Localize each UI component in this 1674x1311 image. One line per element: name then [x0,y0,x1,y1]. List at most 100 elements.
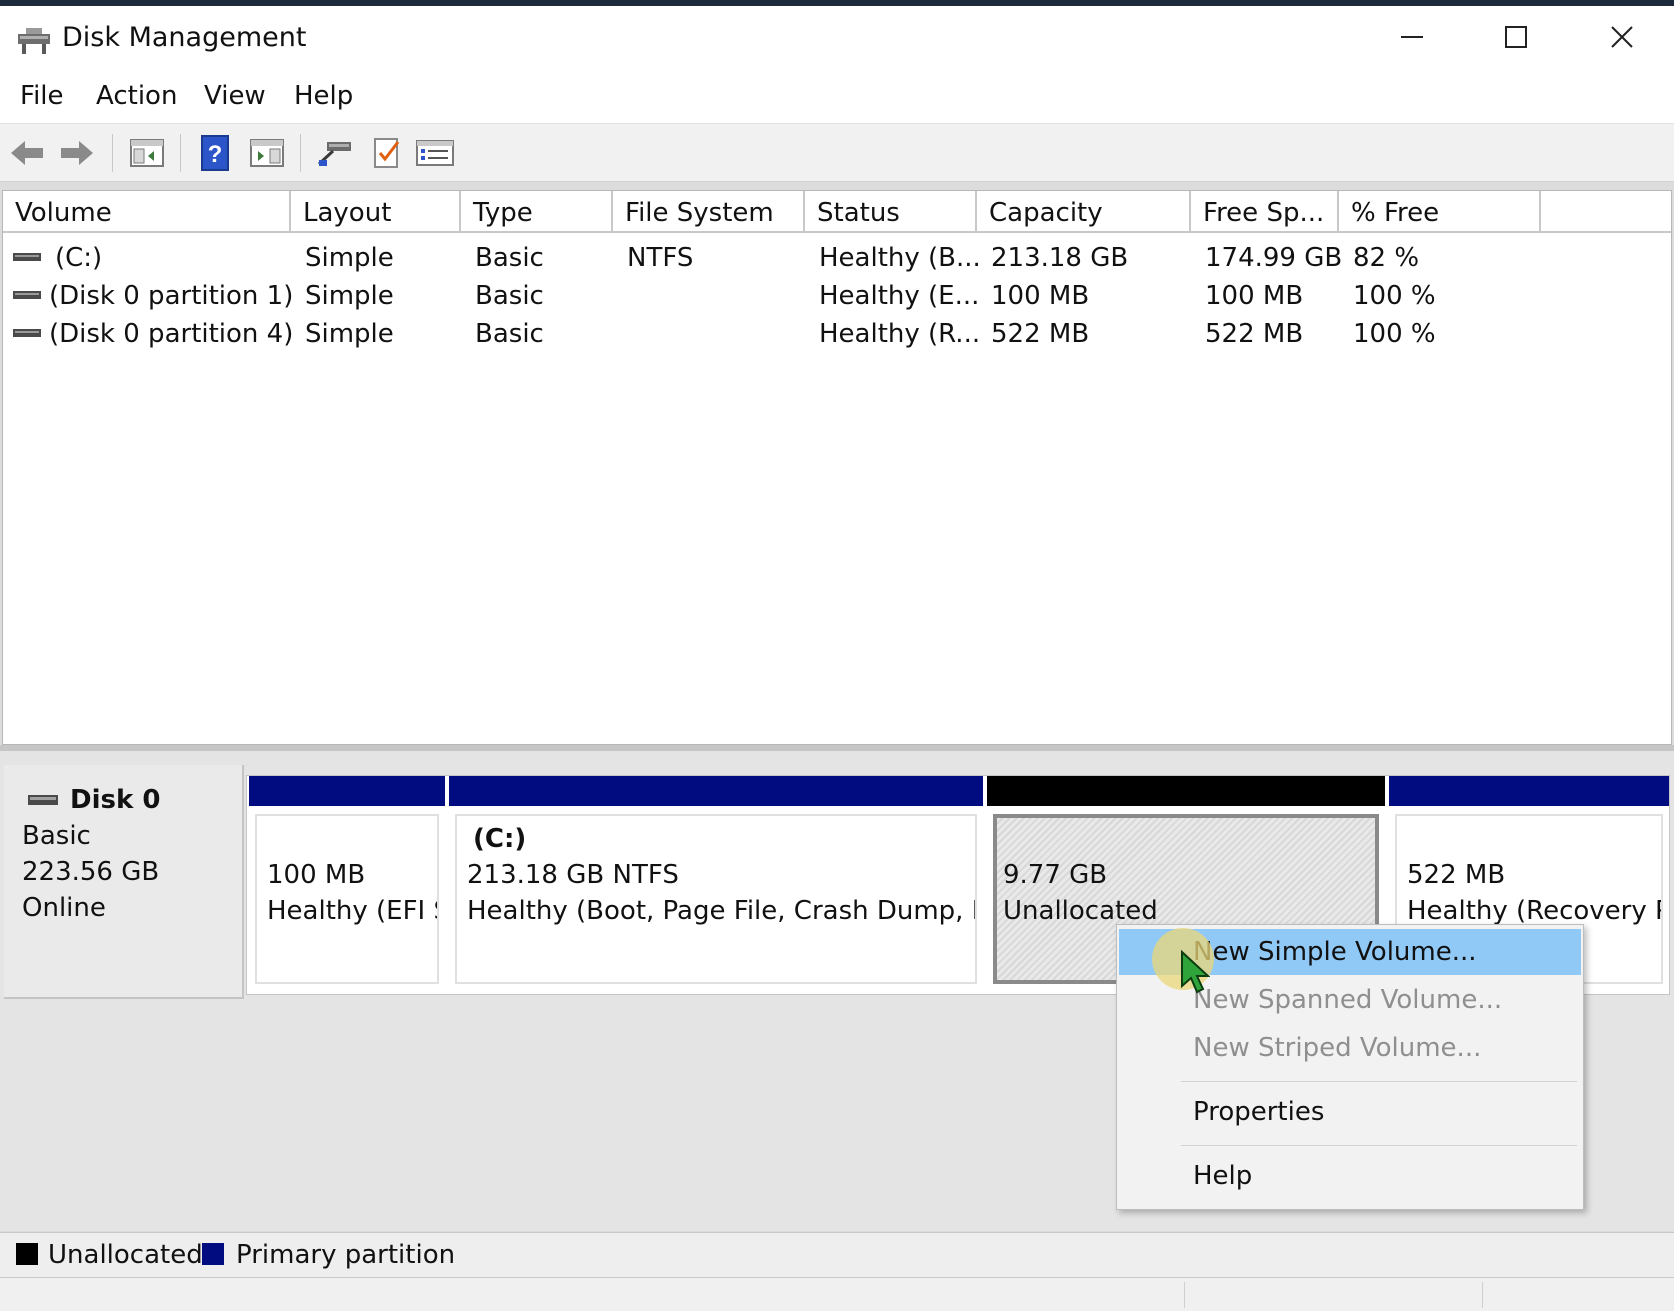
drive-icon [13,291,41,299]
volume-free-space: 522 MB [1205,319,1304,349]
back-button[interactable] [6,132,48,174]
column-header-type[interactable]: Type [461,191,613,233]
menu-item-properties[interactable]: Properties [1119,1089,1581,1135]
volume-row[interactable]: (C:) Simple Basic NTFS Healthy (B... 213… [3,239,1671,277]
menu-action[interactable]: Action [96,80,177,112]
legend-unallocated-swatch [16,1243,38,1265]
disk-type: Basic [22,821,91,851]
window-title: Disk Management [62,22,307,53]
volume-list-header: Volume Layout Type File System Status Ca… [3,191,1671,233]
partition-body: 100 MB Healthy (EFI S [255,814,439,984]
menu-view[interactable]: View [204,80,266,112]
volume-row[interactable]: (Disk 0 partition 4) Simple Basic Health… [3,315,1671,353]
column-header-layout[interactable]: Layout [291,191,461,233]
menu-file[interactable]: File [20,80,64,112]
partition-color-bar [987,776,1385,806]
mouse-pointer-icon [1181,950,1210,994]
toolbar-separator [180,134,181,172]
disk-icon [28,795,58,805]
title-bar: Disk Management [0,6,1674,68]
volume-free-space: 100 MB [1205,281,1304,311]
column-header-capacity[interactable]: Capacity [977,191,1191,233]
toolbar-separator [300,134,301,172]
toolbar-separator [112,134,113,172]
volume-percent-free: 82 % [1353,243,1420,273]
connect-drive-button[interactable] [314,132,356,174]
back-arrow-icon [11,141,43,165]
partition-size: 100 MB [267,860,366,890]
volume-free-space: 174.99 GB [1205,243,1343,273]
minimize-icon [1401,36,1423,38]
forward-arrow-icon [61,141,93,165]
column-header-file-system[interactable]: File System [613,191,805,233]
console-tree-icon [130,139,164,167]
volume-file-system: NTFS [627,243,694,273]
volume-percent-free: 100 % [1353,281,1436,311]
partition-c-drive[interactable]: (C:) 213.18 GB NTFS Healthy (Boot, Page … [449,776,983,994]
disk-name: Disk 0 [70,785,161,815]
column-header-percent-free[interactable]: % Free [1339,191,1541,233]
disk-management-app-icon [18,28,50,54]
properties-button[interactable] [414,132,456,174]
menu-separator [1181,1145,1577,1146]
status-separator [1184,1282,1185,1308]
volume-name: (Disk 0 partition 1) [49,281,294,311]
partition-color-bar [249,776,445,806]
partition-efi[interactable]: 100 MB Healthy (EFI S [249,776,445,994]
drive-icon [13,329,41,337]
partition-status: Healthy (Recovery Pa [1407,896,1663,926]
partition-label: (C:) [473,824,527,854]
disk-info-panel[interactable]: Disk 0 Basic 223.56 GB Online [4,765,244,999]
legend-primary-swatch [202,1243,224,1265]
menu-item-help[interactable]: Help [1119,1153,1581,1199]
partition-size: 213.18 GB NTFS [467,860,679,890]
properties-icon [416,140,454,166]
partition-size: 9.77 GB [1003,860,1108,890]
show-hide-action-pane-button[interactable] [246,132,288,174]
status-bar [0,1278,1674,1311]
show-hide-console-tree-button[interactable] [126,132,168,174]
close-icon [1611,26,1633,48]
column-header-volume[interactable]: Volume [3,191,291,233]
legend-unallocated-label: Unallocated [48,1240,203,1270]
volume-status: Healthy (E... [819,281,980,311]
close-button[interactable] [1570,6,1674,68]
volume-type: Basic [475,281,544,311]
check-list-icon [374,138,400,168]
connect-drive-icon [317,142,351,166]
partition-status: Unallocated [1003,896,1158,926]
help-button[interactable]: ? [194,132,236,174]
help-icon: ? [201,135,229,171]
partition-color-bar [449,776,983,806]
partition-color-bar [1389,776,1669,806]
svg-text:?: ? [208,141,223,168]
drive-icon [13,253,41,261]
volume-layout: Simple [305,281,394,311]
column-header-free-space[interactable]: Free Sp... [1191,191,1339,233]
partition-status: Healthy (Boot, Page File, Crash Dump, Ba… [467,896,977,926]
volume-layout: Simple [305,243,394,273]
column-header-status[interactable]: Status [805,191,977,233]
maximize-icon [1505,26,1527,48]
toolbar: ? [0,124,1674,182]
check-disk-button[interactable] [366,132,408,174]
minimize-button[interactable] [1360,6,1464,68]
volume-capacity: 100 MB [991,281,1090,311]
column-header-empty [1541,191,1671,233]
volume-name: (C:) [55,243,103,273]
forward-button[interactable] [56,132,98,174]
menu-help[interactable]: Help [294,80,353,112]
disk-status: Online [22,893,106,923]
status-separator [1482,1282,1483,1308]
partition-body: (C:) 213.18 GB NTFS Healthy (Boot, Page … [455,814,977,984]
show-action-pane-icon [250,139,284,167]
volume-capacity: 522 MB [991,319,1090,349]
legend-primary-label: Primary partition [236,1240,456,1270]
volume-list-view: Volume Layout Type File System Status Ca… [2,190,1672,745]
maximize-button[interactable] [1464,6,1568,68]
partition-size: 522 MB [1407,860,1506,890]
partition-status: Healthy (EFI S [267,896,439,926]
volume-type: Basic [475,243,544,273]
volume-row[interactable]: (Disk 0 partition 1) Simple Basic Health… [3,277,1671,315]
volume-capacity: 213.18 GB [991,243,1129,273]
